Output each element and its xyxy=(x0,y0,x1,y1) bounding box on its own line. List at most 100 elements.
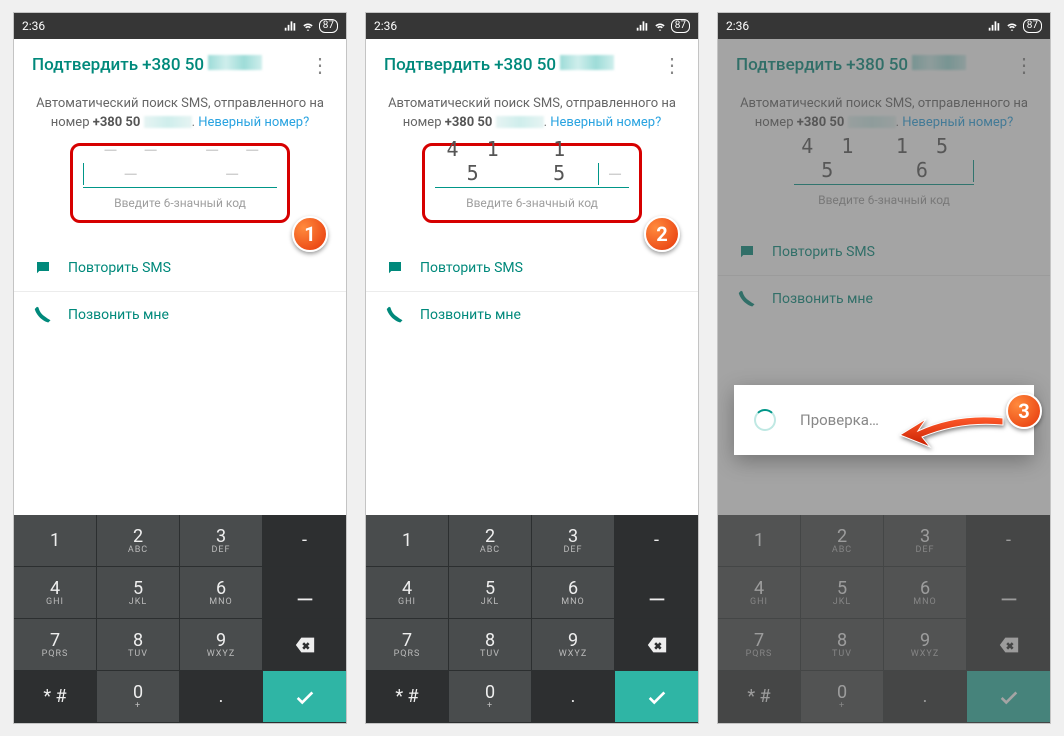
status-bar: 2:36 87 xyxy=(14,13,346,39)
key-5[interactable]: 5JKL xyxy=(449,567,532,619)
code-hint: Введите 6-значный код xyxy=(794,193,974,207)
key-backspace[interactable] xyxy=(263,619,346,671)
key-7[interactable]: 7PQRS xyxy=(14,619,97,671)
step-badge-3: 3 xyxy=(1006,393,1042,429)
key-8[interactable]: 8TUV xyxy=(97,619,180,671)
key-2[interactable]: 2ABC xyxy=(449,515,532,567)
redacted-number xyxy=(208,55,262,70)
header-phone: +380 50 xyxy=(494,55,556,75)
call-me-row[interactable]: Позвонить мне xyxy=(366,292,698,338)
call-me-row[interactable]: Позвонить мне xyxy=(718,276,1050,322)
code-input-wrap[interactable]: – – – – – – Введите 6-значный код xyxy=(83,154,277,210)
key-.[interactable]: . xyxy=(532,671,615,723)
call-me-row[interactable]: Позвонить мне xyxy=(14,292,346,338)
key-1[interactable]: 1 xyxy=(718,515,801,567)
header-phone: +380 50 xyxy=(846,55,908,75)
step-badge-1: 1 xyxy=(292,216,328,252)
redacted-number xyxy=(560,55,614,70)
numeric-keyboard[interactable]: 12ABC3DEF- 4GHI5JKL6MNO 7PQRS8TUV9WXYZ * #0… xyxy=(14,515,346,723)
key-3[interactable]: 3DEF xyxy=(884,515,967,567)
key-0[interactable]: 0+ xyxy=(801,671,884,723)
key-*#[interactable]: * # xyxy=(14,671,97,723)
verifying-label: Проверка… xyxy=(800,411,879,429)
code-group-2: – – – xyxy=(195,137,277,185)
resend-sms-row[interactable]: Повторить SMS xyxy=(718,229,1050,276)
key-0[interactable]: 0+ xyxy=(97,671,180,723)
key-9[interactable]: 9WXYZ xyxy=(180,619,263,671)
key-7[interactable]: 7PQRS xyxy=(366,619,449,671)
key-*#[interactable]: * # xyxy=(718,671,801,723)
phone-screen-1: 2:36 87 Подтвердить +380 50 ⋮ Автоматиче… xyxy=(13,12,347,724)
key-6[interactable]: 6MNO xyxy=(180,567,263,619)
key-4[interactable]: 4GHI xyxy=(14,567,97,619)
key-*#[interactable]: * # xyxy=(366,671,449,723)
code-input[interactable]: 4 1 5 1 5 – xyxy=(435,154,629,188)
key--[interactable]: - xyxy=(967,515,1050,567)
key-3[interactable]: 3DEF xyxy=(532,515,615,567)
key-6[interactable]: 6MNO xyxy=(884,567,967,619)
spinner-icon xyxy=(754,409,776,431)
signal-icon xyxy=(987,19,1001,33)
key-__[interactable] xyxy=(263,567,346,619)
code-hint: Введите 6-значный код xyxy=(435,196,629,210)
key-0[interactable]: 0+ xyxy=(449,671,532,723)
key-7[interactable]: 7PQRS xyxy=(718,619,801,671)
instructions: Автоматический поиск SMS, отправленного … xyxy=(14,87,346,133)
key-__[interactable] xyxy=(967,567,1050,619)
instruction-line-2: номер xyxy=(403,115,442,130)
key-backspace[interactable] xyxy=(967,619,1050,671)
key--[interactable]: - xyxy=(263,515,346,567)
resend-sms-row[interactable]: Повторить SMS xyxy=(14,245,346,292)
key-4[interactable]: 4GHI xyxy=(718,567,801,619)
header-title: Подтвердить xyxy=(32,55,138,75)
wrong-number-link[interactable]: Неверный номер? xyxy=(550,115,661,130)
key-.[interactable]: . xyxy=(884,671,967,723)
wrong-number-link[interactable]: Неверный номер? xyxy=(198,115,309,130)
key-__[interactable] xyxy=(615,567,698,619)
instruction-line-2: номер xyxy=(51,115,90,130)
key-backspace[interactable] xyxy=(615,619,698,671)
key-1[interactable]: 1 xyxy=(14,515,97,567)
key-8[interactable]: 8TUV xyxy=(801,619,884,671)
phones-row: 2:36 87 Подтвердить +380 50 ⋮ Автоматиче… xyxy=(3,2,1061,734)
code-input[interactable]: – – – – – – xyxy=(83,154,277,188)
call-me-label: Позвонить мне xyxy=(420,307,521,323)
code-input[interactable]: 4 1 5 1 5 6 xyxy=(794,151,974,185)
key-5[interactable]: 5JKL xyxy=(97,567,180,619)
key-3[interactable]: 3DEF xyxy=(180,515,263,567)
key--[interactable]: - xyxy=(615,515,698,567)
key-2[interactable]: 2ABC xyxy=(801,515,884,567)
sms-icon xyxy=(386,259,404,277)
wifi-icon xyxy=(1005,19,1019,33)
more-icon[interactable]: ⋮ xyxy=(1010,53,1038,77)
status-icons: 87 xyxy=(987,19,1042,33)
resend-sms-label: Повторить SMS xyxy=(68,260,171,276)
key-4[interactable]: 4GHI xyxy=(366,567,449,619)
key-9[interactable]: 9WXYZ xyxy=(532,619,615,671)
key-9[interactable]: 9WXYZ xyxy=(884,619,967,671)
code-input-wrap[interactable]: 4 1 5 1 5 6 Введите 6-значный код xyxy=(794,151,974,207)
key-check[interactable] xyxy=(967,671,1050,723)
status-bar: 2:36 87 xyxy=(718,13,1050,39)
more-icon[interactable]: ⋮ xyxy=(306,53,334,77)
key-2[interactable]: 2ABC xyxy=(97,515,180,567)
actions-list: Повторить SMS Позвонить мне xyxy=(718,229,1050,322)
key-6[interactable]: 6MNO xyxy=(532,567,615,619)
key-check[interactable] xyxy=(263,671,346,723)
phone-icon xyxy=(386,306,404,324)
key-8[interactable]: 8TUV xyxy=(449,619,532,671)
resend-sms-row[interactable]: Повторить SMS xyxy=(366,245,698,292)
numeric-keyboard[interactable]: 12ABC3DEF- 4GHI5JKL6MNO 7PQRS8TUV9WXYZ * #0… xyxy=(366,515,698,723)
code-group-2: 1 5 6 xyxy=(889,134,964,182)
instruction-line-2: номер xyxy=(755,115,794,130)
more-icon[interactable]: ⋮ xyxy=(658,53,686,77)
app-header: Подтвердить +380 50 ⋮ xyxy=(14,39,346,87)
key-.[interactable]: . xyxy=(180,671,263,723)
call-me-label: Позвонить мне xyxy=(68,307,169,323)
key-5[interactable]: 5JKL xyxy=(801,567,884,619)
numeric-keyboard[interactable]: 12ABC3DEF- 4GHI5JKL6MNO 7PQRS8TUV9WXYZ * #0… xyxy=(718,515,1050,723)
key-check[interactable] xyxy=(615,671,698,723)
wrong-number-link[interactable]: Неверный номер? xyxy=(902,115,1013,130)
code-input-wrap[interactable]: 4 1 5 1 5 – Введите 6-значный код xyxy=(435,154,629,210)
key-1[interactable]: 1 xyxy=(366,515,449,567)
